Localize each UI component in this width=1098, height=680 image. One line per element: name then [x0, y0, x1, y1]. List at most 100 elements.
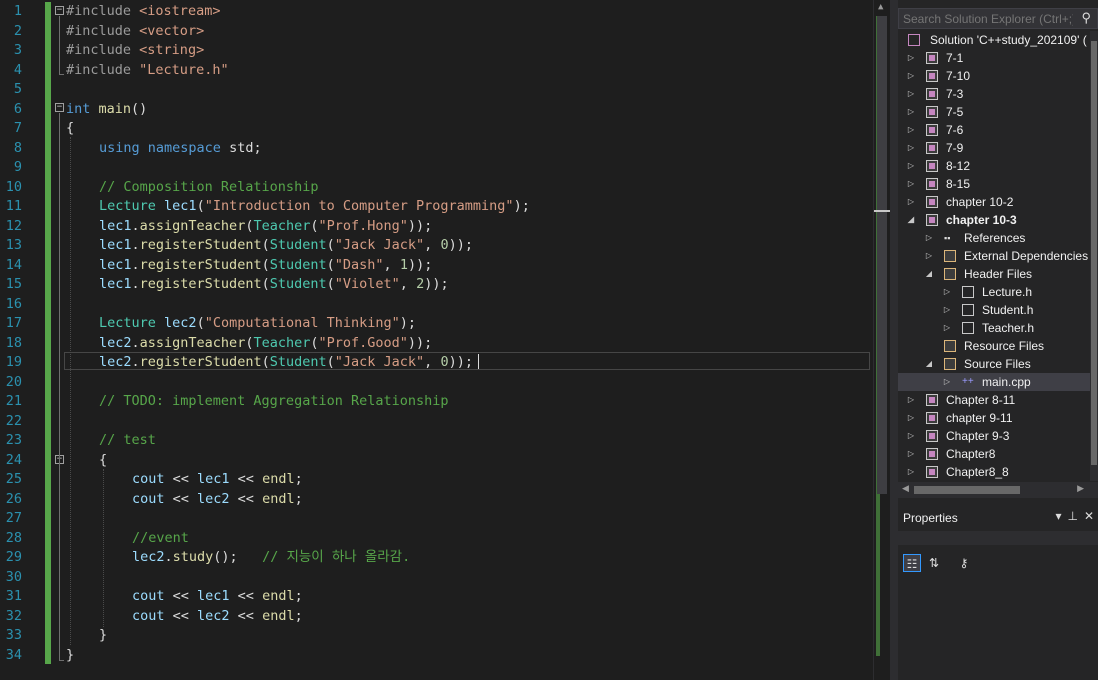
expand-arrow-icon[interactable]: ▷ [906, 391, 916, 409]
expand-arrow-icon[interactable]: ▷ [906, 139, 916, 157]
expand-arrow-icon[interactable]: ▷ [924, 247, 934, 265]
code-line[interactable]: 30 [0, 568, 870, 588]
tree-vertical-scrollbar[interactable] [1090, 31, 1098, 481]
code-line[interactable]: 12 lec1.assignTeacher(Teacher("Prof.Hong"… [0, 217, 870, 237]
expand-arrow-icon[interactable]: ▷ [906, 157, 916, 175]
expand-arrow-icon[interactable]: ▷ [906, 175, 916, 193]
tree-item-chapter-10-3[interactable]: ◢ chapter 10-3 [898, 211, 1090, 229]
code-line[interactable]: 29 lec2.study(); // 지능이 하나 올라감. [0, 548, 870, 568]
solution-explorer-search[interactable]: ⚲ [898, 8, 1098, 29]
expand-arrow-icon[interactable]: ▷ [906, 85, 916, 103]
code-line[interactable]: 2 #include <vector> [0, 22, 870, 42]
tree-item-references[interactable]: ▷ References [898, 229, 1090, 247]
expand-arrow-icon[interactable]: ▷ [906, 409, 916, 427]
tree-item-chapter-9-3[interactable]: ▷ Chapter 9-3 [898, 427, 1090, 445]
tree-item-8-12[interactable]: ▷ 8-12 [898, 157, 1090, 175]
search-input[interactable] [903, 10, 1073, 27]
tree-item-external-dependencies[interactable]: ▷ External Dependencies [898, 247, 1090, 265]
expand-arrow-icon[interactable]: ▷ [906, 121, 916, 139]
code-line[interactable]: 20 [0, 373, 870, 393]
expand-arrow-icon[interactable]: ▷ [906, 445, 916, 463]
dropdown-icon[interactable]: ▾ [1055, 509, 1067, 523]
code-line[interactable]: 32 cout << lec2 << endl; [0, 607, 870, 627]
code-line[interactable]: 7{ [0, 119, 870, 139]
tree-item-7-9[interactable]: ▷ 7-9 [898, 139, 1090, 157]
tree-item-7-10[interactable]: ▷ 7-10 [898, 67, 1090, 85]
scroll-thumb[interactable] [877, 16, 887, 494]
code-line[interactable]: 27 [0, 509, 870, 529]
scroll-thumb[interactable] [914, 486, 1020, 494]
code-line[interactable]: 18 lec2.assignTeacher(Teacher("Prof.Good"… [0, 334, 870, 354]
tree-item-chapter8-8[interactable]: ▷ Chapter8_8 [898, 463, 1090, 481]
categorized-icon[interactable]: ☷ [903, 554, 921, 572]
code-line[interactable]: 23 // test [0, 431, 870, 451]
expand-arrow-icon[interactable]: ▷ [906, 463, 916, 481]
code-line[interactable]: 1 #include <iostream> [0, 2, 870, 22]
code-line[interactable]: 33} [0, 626, 870, 646]
tree-item-main-cpp[interactable]: ▷ ++ main.cpp [898, 373, 1090, 391]
editor-vertical-scrollbar[interactable]: ▲ [873, 0, 891, 680]
expand-arrow-icon[interactable]: ▷ [942, 283, 952, 301]
expand-arrow-icon[interactable]: ▷ [924, 229, 934, 247]
tree-item-8-15[interactable]: ▷ 8-15 [898, 175, 1090, 193]
code-line[interactable]: 13 lec1.registerStudent(Student("Jack Jac… [0, 236, 870, 256]
tree-item-student-h[interactable]: ▷ Student.h [898, 301, 1090, 319]
collapse-arrow-icon[interactable]: ◢ [906, 211, 916, 229]
code-editor[interactable]: − − − 1 #include <iostream> 2 #include <vec… [0, 0, 873, 680]
code-line[interactable]: 34} [0, 646, 870, 666]
expand-arrow-icon[interactable]: ▷ [942, 301, 952, 319]
tree-item-7-1[interactable]: ▷ 7-1 [898, 49, 1090, 67]
code-line[interactable]: 25 cout << lec1 << endl; [0, 470, 870, 490]
collapse-arrow-icon[interactable]: ◢ [924, 265, 934, 283]
code-line[interactable]: 4 #include "Lecture.h" [0, 61, 870, 81]
code-line[interactable]: 9 [0, 158, 870, 178]
expand-arrow-icon[interactable]: ▷ [906, 103, 916, 121]
code-line[interactable]: 28 //event [0, 529, 870, 549]
scroll-right-icon[interactable]: ▶ [1077, 483, 1084, 494]
solution-tree[interactable]: Solution 'C++study_202109' ( ▷ 7-1 ▷ 7-10 ▷ 7… [898, 31, 1098, 481]
code-line[interactable]: 22 [0, 412, 870, 432]
tree-item-header-files[interactable]: ◢ Header Files [898, 265, 1090, 283]
code-line[interactable]: 24 { [0, 451, 870, 471]
expand-arrow-icon[interactable]: ▷ [906, 193, 916, 211]
expand-arrow-icon[interactable]: ▷ [942, 373, 952, 391]
alphabetical-sort-icon[interactable]: ⇅ [925, 554, 943, 572]
search-icon[interactable]: ⚲ [1081, 10, 1091, 26]
close-icon[interactable]: ✕ [1084, 509, 1098, 523]
property-pages-icon[interactable]: ⚷ [955, 554, 973, 572]
code-line[interactable]: 10 // Composition Relationship [0, 178, 870, 198]
tree-item-chapter-9-11[interactable]: ▷ chapter 9-11 [898, 409, 1090, 427]
expand-arrow-icon[interactable]: ▷ [942, 319, 952, 337]
tree-horizontal-scrollbar[interactable]: ◀ ▶ [898, 482, 1098, 498]
code-line[interactable]: 17 Lecture lec2("Computational Thinking")… [0, 314, 870, 334]
code-line[interactable]: 14 lec1.registerStudent(Student("Dash", 1… [0, 256, 870, 276]
scroll-up-icon[interactable]: ▲ [878, 2, 883, 12]
code-line[interactable]: 3 #include <string> [0, 41, 870, 61]
code-line[interactable]: 26 cout << lec2 << endl; [0, 490, 870, 510]
tree-item-7-3[interactable]: ▷ 7-3 [898, 85, 1090, 103]
code-line[interactable]: 16 [0, 295, 870, 315]
code-line[interactable]: 19 lec2.registerStudent(Student("Jack Jac… [0, 353, 870, 373]
expand-arrow-icon[interactable]: ▷ [906, 67, 916, 85]
pin-icon[interactable]: ⊥ [1067, 509, 1083, 523]
tree-item-chapter-10-2[interactable]: ▷ chapter 10-2 [898, 193, 1090, 211]
expand-arrow-icon[interactable]: ▷ [906, 49, 916, 67]
code-line[interactable]: 6 int main() [0, 100, 870, 120]
properties-object-selector[interactable] [898, 531, 1098, 545]
code-line[interactable]: 31 cout << lec1 << endl; [0, 587, 870, 607]
collapse-arrow-icon[interactable]: ◢ [924, 355, 934, 373]
code-line[interactable]: 8 using namespace std; [0, 139, 870, 159]
tree-item-7-5[interactable]: ▷ 7-5 [898, 103, 1090, 121]
scroll-thumb[interactable] [1091, 41, 1097, 465]
expand-arrow-icon[interactable]: ▷ [906, 427, 916, 445]
tree-item-source-files[interactable]: ◢ Source Files [898, 355, 1090, 373]
tree-item-teacher-h[interactable]: ▷ Teacher.h [898, 319, 1090, 337]
solution-node[interactable]: Solution 'C++study_202109' ( [908, 31, 1098, 49]
tree-item-chapter-8-11[interactable]: ▷ Chapter 8-11 [898, 391, 1090, 409]
code-line[interactable]: 15 lec1.registerStudent(Student("Violet",… [0, 275, 870, 295]
code-line[interactable]: 5 [0, 80, 870, 100]
tree-item-resource-files[interactable]: Resource Files [898, 337, 1090, 355]
scroll-left-icon[interactable]: ◀ [902, 483, 909, 494]
tree-item-lecture-h[interactable]: ▷ Lecture.h [898, 283, 1090, 301]
tree-item-7-6[interactable]: ▷ 7-6 [898, 121, 1090, 139]
